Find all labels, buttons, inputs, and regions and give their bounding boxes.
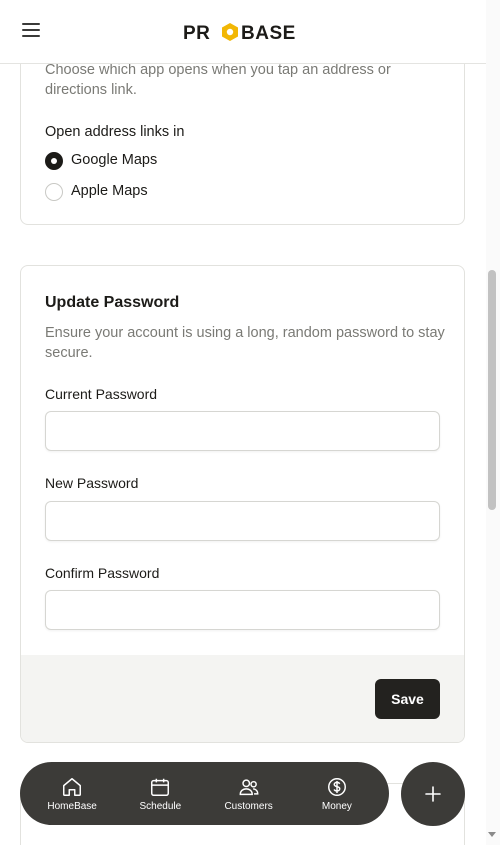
calendar-icon <box>151 778 170 796</box>
current-password-label: Current Password <box>45 386 158 402</box>
bottom-navigation: HomeBase Schedule Customers Money <box>20 762 389 825</box>
new-password-input[interactable] <box>45 501 440 541</box>
top-bar: PR BASE <box>0 0 486 64</box>
section-title: Update Password <box>45 294 180 311</box>
svg-text:PR: PR <box>183 23 210 43</box>
maps-preference-card: Choose which app opens when you tap an a… <box>20 40 465 225</box>
nav-item-money[interactable]: Money <box>295 776 379 812</box>
save-button[interactable]: Save <box>375 679 440 719</box>
update-password-card: Update Password Ensure your account is u… <box>20 265 465 743</box>
nav-item-customers[interactable]: Customers <box>207 776 291 812</box>
section-description: Ensure your account is using a long, ran… <box>45 325 445 361</box>
dollar-circle-icon <box>327 777 346 796</box>
radio-label: Apple Maps <box>71 182 148 199</box>
scroll-down-arrow-icon[interactable] <box>488 832 496 837</box>
current-password-input[interactable] <box>45 411 440 451</box>
nav-label: HomeBase <box>47 800 97 812</box>
users-icon <box>239 778 259 795</box>
nav-item-schedule[interactable]: Schedule <box>118 776 202 812</box>
radio-label: Google Maps <box>71 151 158 168</box>
radio-google-maps[interactable]: Google Maps <box>45 149 157 170</box>
new-password-label: New Password <box>45 475 139 491</box>
card-footer: Save <box>21 655 464 742</box>
hamburger-menu-icon[interactable] <box>22 23 42 41</box>
nav-label: Customers <box>224 800 273 812</box>
open-links-label: Open address links in <box>45 124 185 140</box>
radio-selected-icon[interactable] <box>45 152 63 170</box>
home-icon <box>63 777 82 796</box>
nav-item-homebase[interactable]: HomeBase <box>30 776 114 812</box>
plus-icon <box>425 786 441 802</box>
radio-apple-maps[interactable]: Apple Maps <box>45 180 148 201</box>
add-button[interactable] <box>401 762 465 826</box>
scrollbar-thumb[interactable] <box>488 270 496 510</box>
svg-text:BASE: BASE <box>241 23 296 43</box>
probase-logo: PR BASE <box>183 23 296 43</box>
nav-label: Schedule <box>139 800 182 812</box>
maps-description: Choose which app opens when you tap an a… <box>45 62 391 98</box>
radio-unselected-icon[interactable] <box>45 183 63 201</box>
confirm-password-input[interactable] <box>45 590 440 630</box>
confirm-password-label: Confirm Password <box>45 565 160 581</box>
nav-label: Money <box>321 800 352 812</box>
